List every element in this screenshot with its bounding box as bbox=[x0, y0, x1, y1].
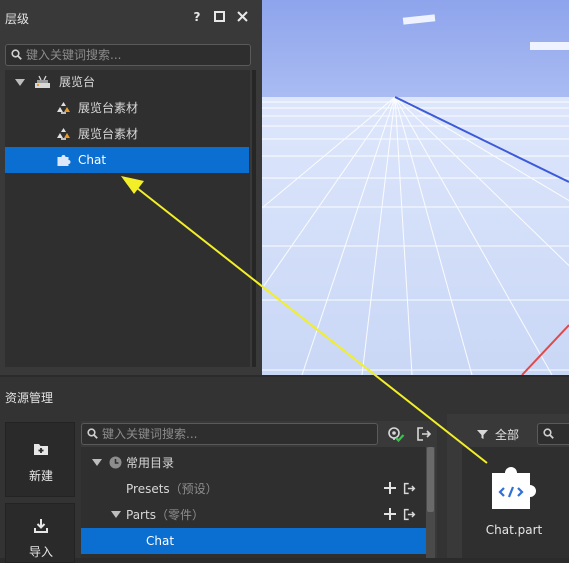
add-icon[interactable] bbox=[384, 482, 396, 494]
collapse-icon[interactable] bbox=[416, 426, 432, 442]
file-name: Chat.part bbox=[485, 523, 543, 537]
dir-item-label: 常用目录 bbox=[126, 456, 175, 470]
dir-item-presets[interactable]: Presets（预设） bbox=[81, 476, 426, 502]
hierarchy-search[interactable] bbox=[5, 44, 251, 66]
dir-item-sublabel: （预设） bbox=[169, 482, 218, 496]
tree-item-material-2[interactable]: 展览台素材 bbox=[5, 122, 249, 146]
part-file-icon bbox=[492, 467, 536, 509]
asset-directory-tree: 常用目录 Presets（预设） Parts（零件） Chat bbox=[81, 447, 426, 558]
tree-item-chat[interactable]: Chat bbox=[5, 147, 249, 173]
collapse-icon[interactable] bbox=[403, 508, 416, 521]
tree-item-exhibit-stand[interactable]: 展览台 bbox=[5, 70, 249, 94]
file-search[interactable] bbox=[537, 423, 569, 445]
asset-search[interactable] bbox=[81, 423, 378, 445]
scrollbar-thumb[interactable] bbox=[427, 447, 434, 512]
dir-item-sublabel: （零件） bbox=[155, 508, 204, 522]
scene-grid bbox=[262, 0, 569, 375]
expand-arrow-icon[interactable] bbox=[92, 459, 102, 466]
expand-arrow-icon[interactable] bbox=[15, 79, 25, 86]
dir-item-label: Parts bbox=[126, 508, 156, 522]
filter-label: 全部 bbox=[495, 428, 520, 442]
location-icon[interactable] bbox=[387, 426, 405, 443]
search-icon bbox=[87, 428, 98, 439]
asset-file-grid: Chat.part bbox=[462, 447, 569, 558]
maximize-icon[interactable] bbox=[211, 9, 227, 25]
new-button[interactable]: 新建 bbox=[5, 422, 75, 497]
filter-icon bbox=[477, 430, 488, 439]
scene-viewport[interactable] bbox=[262, 0, 569, 375]
hierarchy-scrollbar[interactable] bbox=[252, 70, 256, 367]
close-icon[interactable] bbox=[234, 9, 250, 25]
file-item-chat-part[interactable]: Chat.part bbox=[474, 457, 554, 557]
tree-item-label: 展览台 bbox=[59, 75, 96, 89]
hierarchy-titlebar: 层级 ? bbox=[0, 0, 262, 36]
asset-manager-title: 资源管理 bbox=[5, 391, 54, 405]
material-icon bbox=[57, 128, 70, 140]
search-icon bbox=[11, 49, 22, 60]
hierarchy-panel: 层级 ? 展览台 bbox=[0, 0, 262, 375]
collapse-icon[interactable] bbox=[403, 482, 416, 495]
material-icon bbox=[57, 102, 70, 114]
filter-dropdown[interactable]: 全部 bbox=[477, 426, 537, 442]
asset-search-input[interactable] bbox=[102, 425, 373, 443]
puzzle-part-icon bbox=[57, 155, 71, 166]
clock-icon bbox=[109, 456, 122, 469]
dir-item-label: Presets bbox=[126, 482, 170, 496]
tree-item-label: 展览台素材 bbox=[78, 101, 139, 115]
new-button-label: 新建 bbox=[28, 469, 53, 483]
import-button-label: 导入 bbox=[28, 545, 53, 559]
hierarchy-title: 层级 bbox=[5, 12, 30, 26]
new-folder-icon bbox=[34, 444, 48, 455]
directory-scrollbar[interactable] bbox=[426, 447, 435, 558]
tree-item-material-1[interactable]: 展览台素材 bbox=[5, 96, 249, 120]
tree-item-label: Chat bbox=[78, 153, 107, 167]
dir-item-label: Chat bbox=[146, 534, 175, 548]
dir-item-chat[interactable]: Chat bbox=[81, 528, 426, 554]
expand-arrow-icon[interactable] bbox=[111, 511, 121, 518]
hierarchy-tree: 展览台 展览台素材 展览台素材 Chat bbox=[5, 70, 250, 367]
add-icon[interactable] bbox=[384, 508, 396, 520]
import-icon bbox=[34, 519, 48, 533]
help-icon[interactable]: ? bbox=[189, 9, 205, 25]
hierarchy-search-input[interactable] bbox=[26, 46, 246, 64]
exhibit-stand-icon bbox=[35, 75, 50, 88]
search-icon bbox=[543, 428, 554, 439]
asset-directory-panel: 常用目录 Presets（预设） Parts（零件） Chat bbox=[81, 421, 437, 558]
tree-item-label: 展览台素材 bbox=[78, 127, 139, 141]
dir-item-parts[interactable]: Parts（零件） bbox=[81, 502, 426, 528]
dir-item-common[interactable]: 常用目录 bbox=[81, 450, 426, 476]
import-button[interactable]: 导入 bbox=[5, 503, 75, 563]
